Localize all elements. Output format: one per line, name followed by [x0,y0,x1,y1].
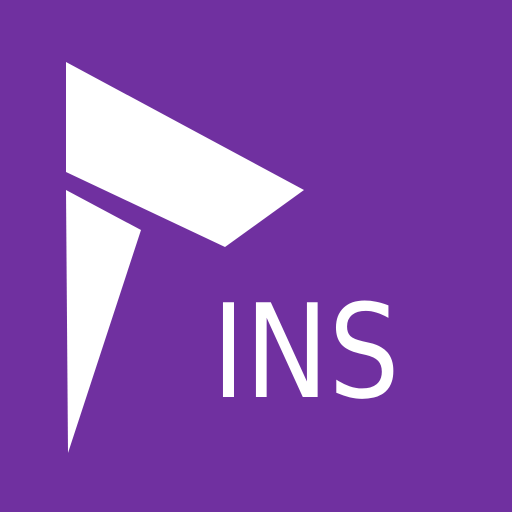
wordmark-text: INS [212,276,400,428]
flag-arrow-icon [66,62,304,453]
icon-lower-wing [66,190,141,453]
app-icon-tile: INS [0,0,512,512]
